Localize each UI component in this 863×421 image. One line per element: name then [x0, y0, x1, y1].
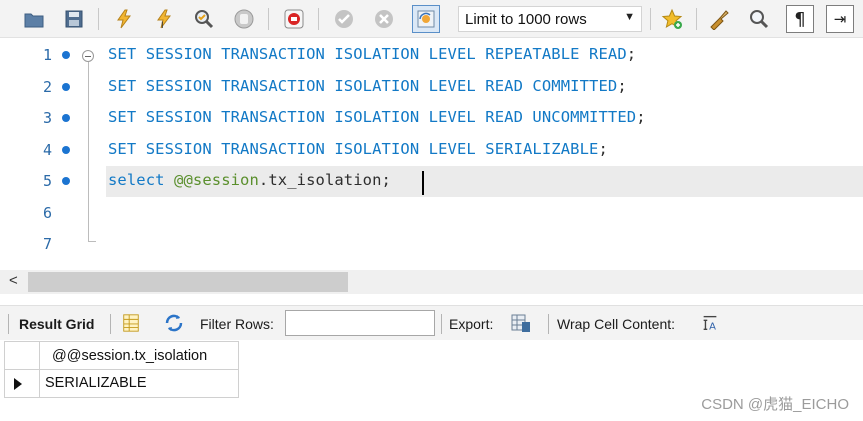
wrap-cell-content-icon[interactable]: A: [699, 312, 721, 334]
toggle-error-stop-icon[interactable]: [280, 5, 308, 33]
result-grid-tab[interactable]: Result Grid: [19, 316, 94, 332]
code-token: ;: [617, 76, 627, 95]
statement-marker-icon[interactable]: [62, 145, 70, 154]
limit-rows-value: Limit to 1000 rows: [465, 10, 587, 28]
wrap-icon[interactable]: ⇥: [826, 5, 854, 33]
code-text: SET SESSION TRANSACTION ISOLATION LEVEL …: [108, 45, 636, 63]
current-row-arrow-icon: [14, 378, 22, 390]
editor-line[interactable]: 4 SET SESSION TRANSACTION ISOLATION LEVEL…: [0, 134, 863, 165]
code-token: .tx_isolation: [258, 171, 382, 189]
editor-line[interactable]: 3 SET SESSION TRANSACTION ISOLATION LEVEL…: [0, 102, 863, 133]
svg-text:I: I: [161, 21, 164, 30]
code-text: select @@session.tx_isolation;: [108, 171, 391, 189]
bookmark-icon[interactable]: [658, 5, 686, 33]
find-icon[interactable]: [745, 5, 773, 33]
toolbar-separator: [268, 8, 269, 30]
code-text: SET SESSION TRANSACTION ISOLATION LEVEL …: [108, 140, 608, 158]
beautify-icon[interactable]: [705, 5, 733, 33]
export-icon[interactable]: [510, 312, 532, 334]
commit-icon[interactable]: [330, 5, 358, 33]
code-token: ;: [636, 108, 646, 126]
toolbar-separator: [98, 8, 99, 30]
limit-rows-select[interactable]: Limit to 1000 rows ▼: [458, 6, 642, 32]
editor-line[interactable]: 7: [0, 228, 863, 259]
execute-current-icon[interactable]: I: [150, 5, 178, 33]
code-token: ;: [626, 45, 637, 63]
sql-editor[interactable]: 1 SET SESSION TRANSACTION ISOLATION LEVEL…: [0, 38, 863, 270]
result-separator: [441, 314, 442, 334]
horizontal-scrollbar[interactable]: <: [0, 270, 863, 294]
svg-text:A: A: [709, 321, 716, 332]
result-toolbar: Result Grid Filter Rows: Export: Wrap Ce…: [0, 305, 863, 340]
filter-rows-label: Filter Rows:: [200, 316, 274, 332]
code-token: @@session: [174, 171, 259, 189]
grid-view-icon[interactable]: [120, 312, 142, 334]
line-number: 7: [42, 235, 52, 253]
chevron-down-icon: ▼: [624, 11, 635, 23]
refresh-icon[interactable]: [163, 312, 185, 334]
open-folder-icon[interactable]: [20, 5, 48, 33]
toolbar-separator: [650, 8, 651, 30]
statement-marker-icon[interactable]: [62, 177, 70, 185]
code-token: SET SESSION TRANSACTION ISOLATION LEVEL …: [108, 139, 599, 158]
result-separator: [548, 314, 549, 334]
editor-line[interactable]: 6: [0, 197, 863, 228]
autocommit-icon[interactable]: [412, 5, 440, 33]
invisible-chars-icon[interactable]: ¶: [786, 5, 814, 33]
result-separator: [8, 314, 9, 334]
statement-marker-icon[interactable]: [62, 114, 70, 122]
watermark: CSDN @虎猫_EICHO: [701, 396, 849, 413]
editor-line[interactable]: 2 SET SESSION TRANSACTION ISOLATION LEVEL…: [0, 71, 863, 102]
code-token: ;: [381, 171, 391, 189]
line-number: 2: [42, 77, 52, 96]
code-token: select: [108, 171, 165, 189]
code-token: SET SESSION TRANSACTION ISOLATION LEVEL …: [108, 108, 637, 126]
wrap-cell-content-label: Wrap Cell Content:: [557, 316, 676, 332]
grid-column-header[interactable]: @@session.tx_isolation: [40, 341, 239, 370]
code-text: SET SESSION TRANSACTION ISOLATION LEVEL …: [108, 77, 627, 95]
rollback-icon[interactable]: [370, 5, 398, 33]
statement-marker-icon[interactable]: [62, 51, 70, 59]
filter-rows-input[interactable]: [285, 310, 435, 336]
editor-line[interactable]: 1 SET SESSION TRANSACTION ISOLATION LEVEL…: [0, 39, 863, 70]
editor-line[interactable]: 5 select @@session.tx_isolation;: [0, 165, 863, 196]
code-token: ;: [598, 139, 608, 158]
fold-toggle-icon[interactable]: [82, 50, 94, 62]
grid-corner-cell[interactable]: [4, 341, 40, 370]
code-token: SET SESSION TRANSACTION ISOLATION LEVEL …: [108, 76, 618, 95]
line-number: 5: [42, 172, 52, 190]
toolbar-separator: [318, 8, 319, 30]
line-number: 6: [42, 203, 52, 222]
line-number: 3: [42, 109, 52, 127]
line-number: 1: [42, 46, 52, 64]
scroll-left-icon[interactable]: <: [9, 272, 18, 289]
statement-marker-icon[interactable]: [62, 82, 70, 91]
text-cursor: [422, 171, 424, 195]
export-label: Export:: [449, 316, 494, 332]
explain-icon[interactable]: [190, 5, 218, 33]
scrollbar-thumb[interactable]: [28, 272, 348, 292]
result-separator: [110, 314, 111, 334]
toolbar-separator: [696, 8, 697, 30]
grid-cell[interactable]: SERIALIZABLE: [40, 370, 239, 398]
row-selector[interactable]: [4, 370, 40, 398]
line-number: 4: [42, 140, 52, 159]
code-token: SET SESSION TRANSACTION ISOLATION LEVEL …: [108, 45, 627, 63]
sql-editor-toolbar: I Limit to 1000 rows ▼ ¶ ⇥: [0, 0, 863, 38]
code-text: SET SESSION TRANSACTION ISOLATION LEVEL …: [108, 108, 646, 126]
stop-icon[interactable]: [230, 5, 258, 33]
save-icon[interactable]: [60, 5, 88, 33]
execute-icon[interactable]: [110, 5, 138, 33]
